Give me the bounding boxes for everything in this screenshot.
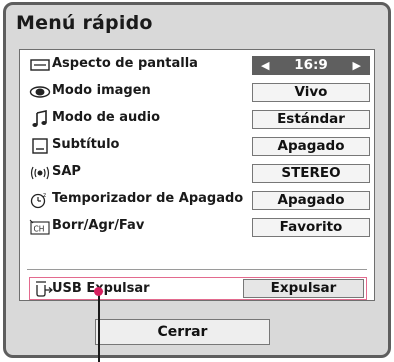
divider bbox=[27, 269, 367, 270]
subtitle-label: Subtítulo bbox=[52, 137, 120, 152]
sleep-timer-value[interactable]: Apagado bbox=[252, 191, 370, 210]
sleep-timer-icon: z bbox=[28, 191, 52, 209]
settings-panel: Aspecto de pantalla ◀ 16:9 ▶ Modo imagen… bbox=[19, 49, 375, 301]
subtitle-value[interactable]: Apagado bbox=[252, 137, 370, 156]
row-sap[interactable]: SAP STEREO bbox=[20, 160, 374, 186]
row-channel-edit[interactable]: CH Borr/Agr/Fav Favorito bbox=[20, 214, 374, 240]
subtitle-icon bbox=[28, 137, 52, 155]
arrow-right-icon[interactable]: ▶ bbox=[353, 57, 361, 74]
eye-icon bbox=[28, 83, 52, 101]
sap-label: SAP bbox=[52, 164, 81, 179]
row-aspect-ratio[interactable]: Aspecto de pantalla ◀ 16:9 ▶ bbox=[20, 52, 374, 78]
close-button[interactable]: Cerrar bbox=[95, 319, 270, 345]
row-picture-mode[interactable]: Modo imagen Vivo bbox=[20, 79, 374, 105]
aspect-ratio-value: 16:9 bbox=[294, 57, 328, 73]
arrow-left-icon[interactable]: ◀ bbox=[261, 57, 269, 74]
svg-text:CH: CH bbox=[34, 225, 45, 234]
music-note-icon bbox=[28, 110, 52, 128]
dialog-title: Menú rápido bbox=[16, 12, 153, 34]
aspect-ratio-icon bbox=[28, 56, 52, 74]
audio-mode-label: Modo de audio bbox=[52, 110, 160, 125]
aspect-ratio-label: Aspecto de pantalla bbox=[52, 56, 198, 71]
sap-icon bbox=[28, 164, 52, 182]
svg-text:z: z bbox=[43, 192, 46, 199]
row-usb-eject[interactable]: USB Expulsar Expulsar bbox=[29, 277, 367, 300]
sap-value[interactable]: STEREO bbox=[252, 164, 370, 183]
usb-eject-button[interactable]: Expulsar bbox=[243, 279, 364, 298]
callout-pointer-line bbox=[98, 291, 100, 362]
channel-icon: CH bbox=[28, 218, 52, 236]
audio-mode-value[interactable]: Estándar bbox=[252, 110, 370, 129]
row-subtitle[interactable]: Subtítulo Apagado bbox=[20, 133, 374, 159]
channel-edit-label: Borr/Agr/Fav bbox=[52, 218, 145, 233]
picture-mode-value[interactable]: Vivo bbox=[252, 83, 370, 102]
row-audio-mode[interactable]: Modo de audio Estándar bbox=[20, 106, 374, 132]
aspect-ratio-selector[interactable]: ◀ 16:9 ▶ bbox=[252, 56, 370, 75]
row-sleep-timer[interactable]: z Temporizador de Apagado Apagado bbox=[20, 187, 374, 213]
sleep-timer-label: Temporizador de Apagado bbox=[52, 191, 244, 206]
quick-menu-dialog: Menú rápido Aspecto de pantalla ◀ 16:9 ▶… bbox=[3, 2, 391, 358]
callout-pointer-dot bbox=[94, 287, 103, 296]
channel-edit-value[interactable]: Favorito bbox=[252, 218, 370, 237]
picture-mode-label: Modo imagen bbox=[52, 83, 151, 98]
